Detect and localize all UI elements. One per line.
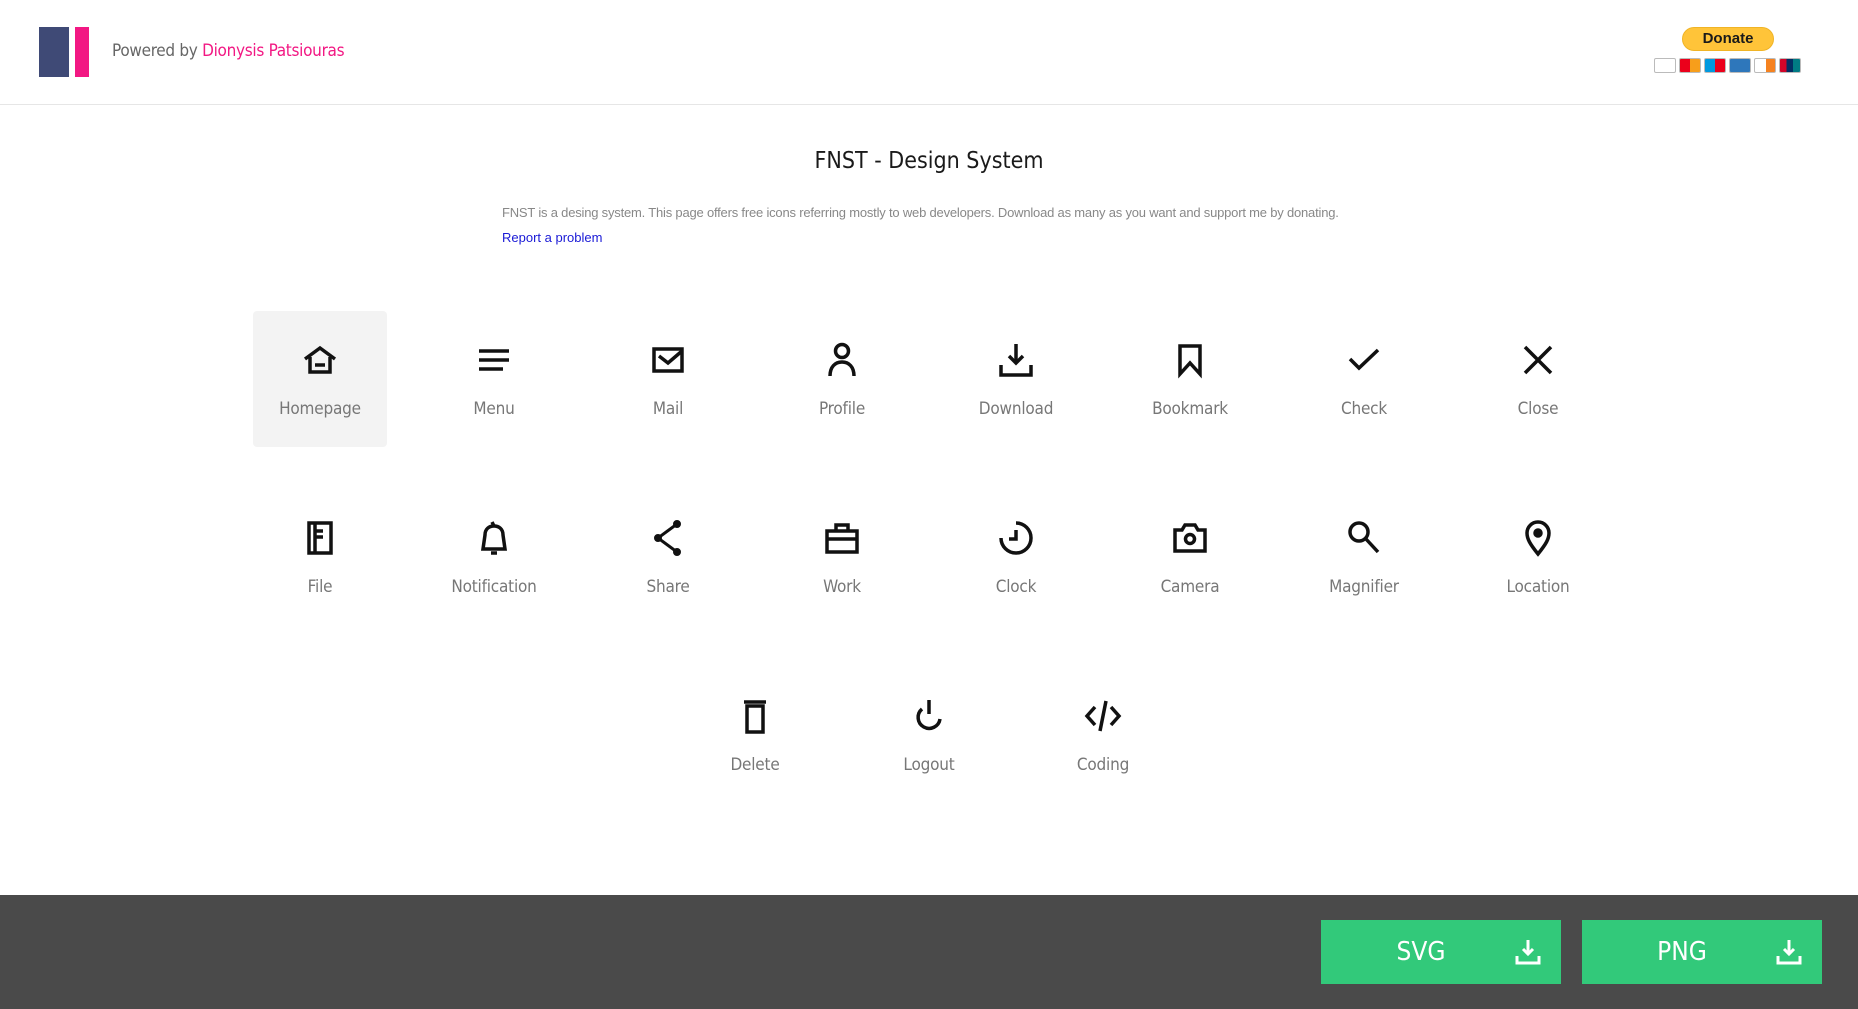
icon-tile-profile[interactable]: Profile	[775, 311, 909, 447]
clock-icon	[999, 521, 1033, 555]
bookmark-icon	[1178, 344, 1202, 379]
icon-tile-close[interactable]: Close	[1471, 311, 1605, 447]
icon-tile-mail[interactable]: Mail	[601, 311, 735, 447]
icon-tile-magnifier[interactable]: Magnifier	[1297, 489, 1431, 625]
icon-label: Close	[1517, 399, 1559, 419]
icon-label: Mail	[652, 399, 684, 419]
icon-label: Notification	[451, 577, 537, 597]
donate-widget: Donate	[1654, 27, 1804, 75]
brand-logo[interactable]	[39, 27, 89, 77]
icon-tile-check[interactable]: Check	[1297, 311, 1431, 447]
menu-icon	[479, 349, 509, 371]
bell-icon	[480, 521, 508, 555]
icon-label: File	[307, 577, 333, 597]
powered-by-text: Powered by Dionysis Patsiouras	[112, 41, 345, 61]
download-png-label: PNG	[1657, 937, 1707, 967]
discover-icon	[1754, 58, 1776, 73]
icon-tile-file[interactable]: File	[253, 489, 387, 625]
mastercard-icon	[1679, 58, 1701, 73]
site-header: Powered by Dionysis Patsiouras Donate	[0, 0, 1858, 105]
power-icon	[916, 700, 942, 731]
download-footer: SVG PNG	[0, 895, 1858, 1009]
file-icon	[307, 521, 333, 555]
magnifier-icon	[1348, 521, 1380, 554]
mail-icon	[652, 347, 684, 373]
powered-prefix: Powered by	[112, 41, 198, 61]
icon-tile-download[interactable]: Download	[949, 311, 1083, 447]
icon-label: Profile	[818, 399, 866, 419]
icon-label: Magnifier	[1329, 577, 1399, 597]
logo-blue-bar	[39, 27, 69, 77]
icon-tile-location[interactable]: Location	[1471, 489, 1605, 625]
icon-label: Bookmark	[1152, 399, 1228, 419]
icon-label: Menu	[473, 399, 515, 419]
icon-tile-share[interactable]: Share	[601, 489, 735, 625]
briefcase-icon	[825, 523, 859, 554]
camera-icon	[1173, 523, 1207, 553]
icon-label: Work	[823, 577, 861, 597]
code-icon	[1084, 700, 1122, 732]
check-icon	[1348, 348, 1380, 371]
maestro-icon	[1704, 58, 1726, 73]
amex-icon	[1729, 58, 1751, 73]
download-icon	[1776, 940, 1802, 965]
visa-card-icon	[1654, 58, 1676, 73]
home-icon	[303, 345, 337, 374]
icon-tile-notification[interactable]: Notification	[427, 489, 561, 625]
icon-label: Location	[1506, 577, 1570, 597]
author-link[interactable]: Dionysis Patsiouras	[202, 41, 344, 61]
icon-label: Delete	[730, 755, 780, 775]
icon-tile-clock[interactable]: Clock	[949, 489, 1083, 625]
icon-label: Camera	[1160, 577, 1220, 597]
share-icon	[654, 520, 681, 556]
download-svg-button[interactable]: SVG	[1321, 920, 1561, 984]
unionpay-icon	[1779, 58, 1801, 73]
page-title: FNST - Design System	[814, 148, 1044, 174]
payment-cards	[1654, 58, 1801, 73]
icon-label: Check	[1340, 399, 1388, 419]
profile-icon	[828, 342, 856, 377]
icon-tile-work[interactable]: Work	[775, 489, 909, 625]
icon-label: Download	[978, 399, 1054, 419]
download-svg-label: SVG	[1396, 937, 1446, 967]
close-icon	[1523, 345, 1553, 375]
icon-label: Homepage	[279, 399, 361, 419]
icon-tile-homepage[interactable]: Homepage	[253, 311, 387, 447]
download-png-button[interactable]: PNG	[1582, 920, 1822, 984]
icon-tile-menu[interactable]: Menu	[427, 311, 561, 447]
location-icon	[1525, 520, 1551, 557]
trash-icon	[744, 700, 766, 734]
download-icon	[999, 344, 1033, 377]
icon-label: Clock	[995, 577, 1037, 597]
logo-pink-bar	[75, 27, 89, 77]
icon-label: Logout	[903, 755, 955, 775]
icon-label: Coding	[1076, 755, 1130, 775]
donate-button[interactable]: Donate	[1682, 27, 1774, 51]
icon-tile-coding[interactable]: Coding	[1036, 667, 1170, 803]
icon-tile-camera[interactable]: Camera	[1123, 489, 1257, 625]
report-problem-link[interactable]: Report a problem	[502, 230, 602, 245]
icon-tile-logout[interactable]: Logout	[862, 667, 996, 803]
download-icon	[1515, 940, 1541, 965]
page-description: FNST is a desing system. This page offer…	[502, 205, 1339, 220]
icon-tile-bookmark[interactable]: Bookmark	[1123, 311, 1257, 447]
icon-label: Share	[646, 577, 690, 597]
icon-tile-delete[interactable]: Delete	[688, 667, 822, 803]
